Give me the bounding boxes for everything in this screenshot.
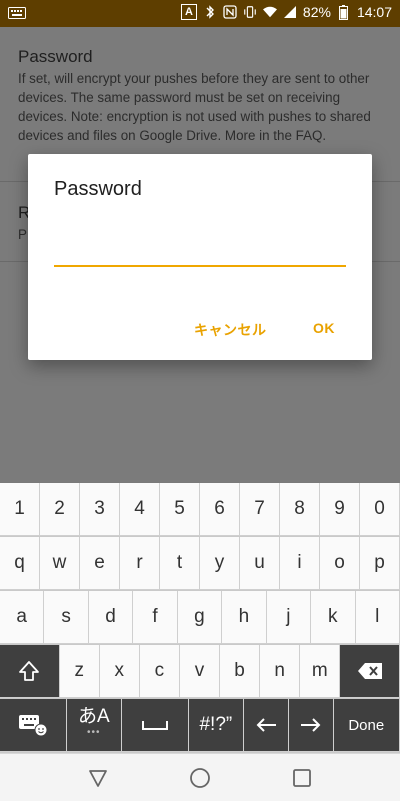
done-key[interactable]: Done [334, 699, 400, 752]
key-w[interactable]: w [40, 537, 80, 590]
key-h[interactable]: h [222, 591, 266, 644]
key-1[interactable]: 1 [0, 483, 40, 536]
key-a[interactable]: a [0, 591, 44, 644]
status-bar: A 82% 14:07 [0, 0, 400, 27]
key-o[interactable]: o [320, 537, 360, 590]
key-e[interactable]: e [80, 537, 120, 590]
recents-icon[interactable] [290, 766, 314, 790]
cancel-button[interactable]: キャンセル [194, 320, 267, 340]
key-r[interactable]: r [120, 537, 160, 590]
key-t[interactable]: t [160, 537, 200, 590]
keyboard-row-bottom: z x c v b n m [0, 645, 400, 698]
emoji-keyboard-icon [18, 713, 48, 737]
key-q[interactable]: q [0, 537, 40, 590]
keyboard-row-top: q w e r t y u i o p [0, 537, 400, 590]
key-2[interactable]: 2 [40, 483, 80, 536]
key-8[interactable]: 8 [280, 483, 320, 536]
key-p[interactable]: p [360, 537, 400, 590]
ime-indicator: A [181, 4, 197, 20]
key-b[interactable]: b [220, 645, 260, 698]
key-v[interactable]: v [180, 645, 220, 698]
key-n[interactable]: n [260, 645, 300, 698]
space-key[interactable] [122, 699, 189, 752]
key-f[interactable]: f [133, 591, 177, 644]
password-dialog: Password キャンセル OK [28, 154, 372, 360]
key-m[interactable]: m [300, 645, 340, 698]
key-i[interactable]: i [280, 537, 320, 590]
key-3[interactable]: 3 [80, 483, 120, 536]
key-d[interactable]: d [89, 591, 133, 644]
back-icon[interactable] [86, 766, 110, 790]
key-l[interactable]: l [356, 591, 400, 644]
nfc-icon [223, 5, 237, 19]
key-c[interactable]: c [140, 645, 180, 698]
key-z[interactable]: z [60, 645, 100, 698]
arrow-right-icon [300, 717, 322, 733]
key-u[interactable]: u [240, 537, 280, 590]
keyboard-row-middle: a s d f g h j k l [0, 591, 400, 644]
input-underline [54, 265, 346, 267]
more-dots: ••• [87, 725, 101, 741]
arrow-left-icon [255, 717, 277, 733]
key-4[interactable]: 4 [120, 483, 160, 536]
shift-key[interactable] [0, 645, 60, 698]
wifi-icon [263, 5, 277, 19]
backspace-icon [357, 662, 383, 680]
home-icon[interactable] [188, 766, 212, 790]
key-0[interactable]: 0 [360, 483, 400, 536]
battery-percentage: 82% [303, 4, 331, 20]
key-j[interactable]: j [267, 591, 311, 644]
password-preference[interactable]: Password If set, will encrypt your pushe… [18, 47, 388, 145]
cursor-left-key[interactable] [244, 699, 289, 752]
bluetooth-icon [203, 5, 217, 19]
vibrate-icon [243, 5, 257, 19]
preference-summary: If set, will encrypt your pushes before … [18, 69, 388, 145]
keyboard-icon [8, 6, 26, 18]
cursor-right-key[interactable] [289, 699, 334, 752]
key-7[interactable]: 7 [240, 483, 280, 536]
signal-icon [283, 5, 297, 19]
key-s[interactable]: s [44, 591, 88, 644]
language-label: あA [78, 709, 110, 725]
shift-icon [18, 660, 40, 682]
clock: 14:07 [357, 4, 392, 20]
space-icon [141, 719, 169, 731]
key-x[interactable]: x [100, 645, 140, 698]
key-k[interactable]: k [311, 591, 355, 644]
navigation-bar [0, 753, 400, 801]
password-input[interactable] [54, 238, 350, 266]
backspace-key[interactable] [340, 645, 400, 698]
dialog-title: Password [54, 178, 142, 201]
battery-icon [337, 5, 351, 19]
preference-title: Password [18, 47, 388, 67]
key-5[interactable]: 5 [160, 483, 200, 536]
keyboard-row-function: あA ••• #!?” Done [0, 699, 400, 752]
key-6[interactable]: 6 [200, 483, 240, 536]
key-y[interactable]: y [200, 537, 240, 590]
key-g[interactable]: g [178, 591, 222, 644]
ok-button[interactable]: OK [313, 320, 335, 336]
emoji-keyboard-key[interactable] [0, 699, 67, 752]
symbols-key[interactable]: #!?” [189, 699, 245, 752]
keyboard-row-numbers: 1 2 3 4 5 6 7 8 9 0 [0, 483, 400, 536]
key-9[interactable]: 9 [320, 483, 360, 536]
soft-keyboard: 1 2 3 4 5 6 7 8 9 0 q w e r t y u i o p … [0, 483, 400, 753]
language-switch-key[interactable]: あA ••• [67, 699, 123, 752]
